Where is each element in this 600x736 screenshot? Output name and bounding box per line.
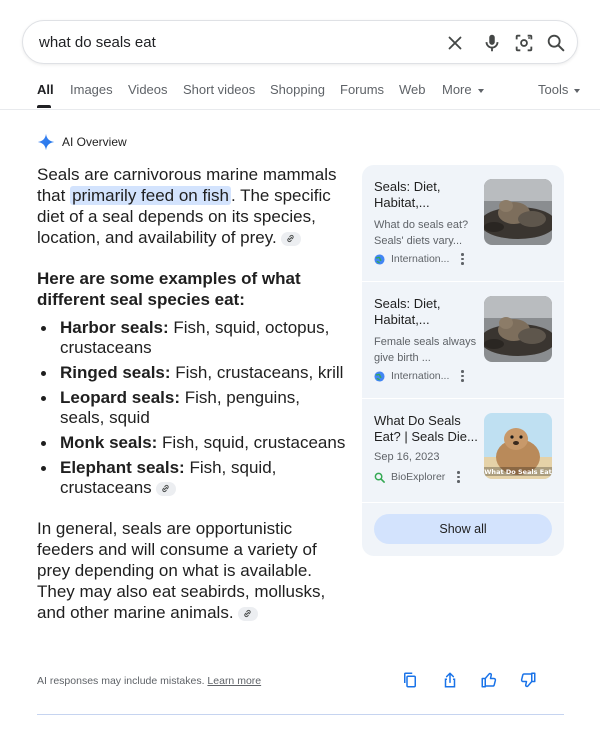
clear-icon[interactable] bbox=[444, 32, 466, 54]
share-icon[interactable] bbox=[441, 671, 459, 689]
search-bar[interactable]: what do seals eat bbox=[22, 20, 578, 64]
search-icon[interactable] bbox=[545, 32, 567, 54]
globe-icon bbox=[374, 370, 385, 382]
source-title[interactable]: What Do Seals Eat? | Seals Die... bbox=[374, 413, 482, 445]
tab-images[interactable]: Images bbox=[70, 82, 113, 97]
source-site: BioExplorer bbox=[391, 471, 446, 483]
source-thumbnail[interactable] bbox=[484, 179, 552, 245]
source-snippet: Female seals always give birth ... bbox=[374, 336, 477, 364]
list-item-text: Fish, crustaceans, krill bbox=[170, 363, 344, 382]
citation-link-icon[interactable] bbox=[237, 606, 258, 621]
list-item-term: Leopard seals: bbox=[60, 388, 180, 407]
source-card[interactable]: What Do Seals Eat? | Seals Die... Sep 16… bbox=[362, 399, 564, 515]
thumbs-up-icon[interactable] bbox=[480, 671, 498, 689]
list-item: Ringed seals: Fish, crustaceans, krill bbox=[37, 363, 349, 383]
list-item: Leopard seals: Fish, penguins, seals, sq… bbox=[37, 388, 349, 428]
list-item-term: Elephant seals: bbox=[60, 458, 185, 477]
more-options-icon[interactable] bbox=[457, 471, 460, 483]
copy-icon[interactable] bbox=[401, 671, 419, 689]
tab-short-videos[interactable]: Short videos bbox=[183, 82, 255, 97]
source-title[interactable]: Seals: Diet, Habitat,... bbox=[374, 296, 482, 328]
microphone-icon[interactable] bbox=[481, 32, 503, 54]
source-snippet: What do seals eat? Seals' diets vary... bbox=[374, 219, 469, 247]
tab-all[interactable]: All bbox=[37, 82, 54, 97]
tab-more-label: More bbox=[442, 82, 472, 97]
source-title[interactable]: Seals: Diet, Habitat,... bbox=[374, 179, 482, 211]
source-date: Sep 16, 2023 bbox=[374, 451, 440, 463]
tab-web[interactable]: Web bbox=[399, 82, 426, 97]
tab-videos[interactable]: Videos bbox=[128, 82, 168, 97]
list-item: Elephant seals: Fish, squid, crustaceans bbox=[37, 458, 349, 498]
sources-panel: Seals: Diet, Habitat,... What do seals e… bbox=[362, 165, 564, 556]
card-divider bbox=[362, 502, 564, 503]
search-icon bbox=[374, 472, 385, 483]
source-meta: BioExplorer bbox=[374, 471, 460, 483]
source-card[interactable]: Seals: Diet, Habitat,... Female seals al… bbox=[362, 282, 564, 398]
ai-overview-header: AI Overview bbox=[37, 133, 127, 151]
chevron-down-icon bbox=[574, 88, 581, 93]
source-card[interactable]: Seals: Diet, Habitat,... What do seals e… bbox=[362, 165, 564, 281]
source-thumbnail[interactable] bbox=[484, 296, 552, 362]
citation-link-icon[interactable] bbox=[280, 231, 301, 246]
tools-button[interactable]: Tools bbox=[538, 82, 581, 97]
list-item-term: Harbor seals: bbox=[60, 318, 169, 337]
tab-more[interactable]: More bbox=[442, 82, 484, 97]
list-item: Monk seals: Fish, squid, crustaceans bbox=[37, 433, 349, 453]
more-options-icon[interactable] bbox=[461, 370, 464, 382]
ai-overview-title: AI Overview bbox=[62, 135, 127, 149]
globe-icon bbox=[374, 253, 385, 265]
show-all-button[interactable]: Show all bbox=[374, 514, 552, 544]
tools-label: Tools bbox=[538, 82, 569, 97]
citation-link-icon[interactable] bbox=[155, 481, 176, 496]
learn-more-link[interactable]: Learn more bbox=[207, 675, 261, 687]
intro-paragraph: Seals are carnivorous marine mammals tha… bbox=[37, 164, 349, 248]
highlighted-phrase: primarily feed on fish bbox=[70, 186, 231, 205]
list-item-term: Monk seals: bbox=[60, 433, 158, 452]
chevron-down-icon bbox=[477, 88, 484, 93]
source-meta: Internation... bbox=[374, 253, 464, 265]
source-thumbnail[interactable]: What Do Seals Eat bbox=[484, 413, 552, 479]
gemini-sparkle-icon bbox=[37, 133, 55, 151]
more-options-icon[interactable] bbox=[461, 253, 464, 265]
list-item-term: Ringed seals: bbox=[60, 363, 171, 382]
closing-paragraph: In general, seals are opportunistic feed… bbox=[37, 518, 349, 623]
source-site: Internation... bbox=[391, 370, 450, 382]
species-list: Harbor seals: Fish, squid, octopus, crus… bbox=[37, 318, 349, 498]
list-item-text: Fish, squid, crustaceans bbox=[157, 433, 346, 452]
lens-icon[interactable] bbox=[513, 32, 535, 54]
disclaimer: AI responses may include mistakes. Learn… bbox=[37, 675, 261, 687]
tab-forums[interactable]: Forums bbox=[340, 82, 384, 97]
list-item: Harbor seals: Fish, squid, octopus, crus… bbox=[37, 318, 349, 358]
ai-overview-body: Seals are carnivorous marine mammals tha… bbox=[37, 164, 349, 623]
active-tab-indicator bbox=[37, 105, 51, 108]
examples-heading: Here are some examples of what different… bbox=[37, 269, 301, 309]
source-meta: Internation... bbox=[374, 370, 464, 382]
tab-shopping[interactable]: Shopping bbox=[270, 82, 325, 97]
source-site: Internation... bbox=[391, 253, 450, 265]
search-input[interactable]: what do seals eat bbox=[39, 34, 156, 51]
section-divider bbox=[37, 714, 564, 715]
thumbs-down-icon[interactable] bbox=[519, 671, 537, 689]
closing-text: In general, seals are opportunistic feed… bbox=[37, 519, 326, 622]
search-tabs: All Images Videos Short videos Shopping … bbox=[0, 72, 600, 110]
thumbnail-caption: What Do Seals Eat bbox=[484, 468, 551, 476]
disclaimer-text: AI responses may include mistakes. bbox=[37, 675, 205, 687]
